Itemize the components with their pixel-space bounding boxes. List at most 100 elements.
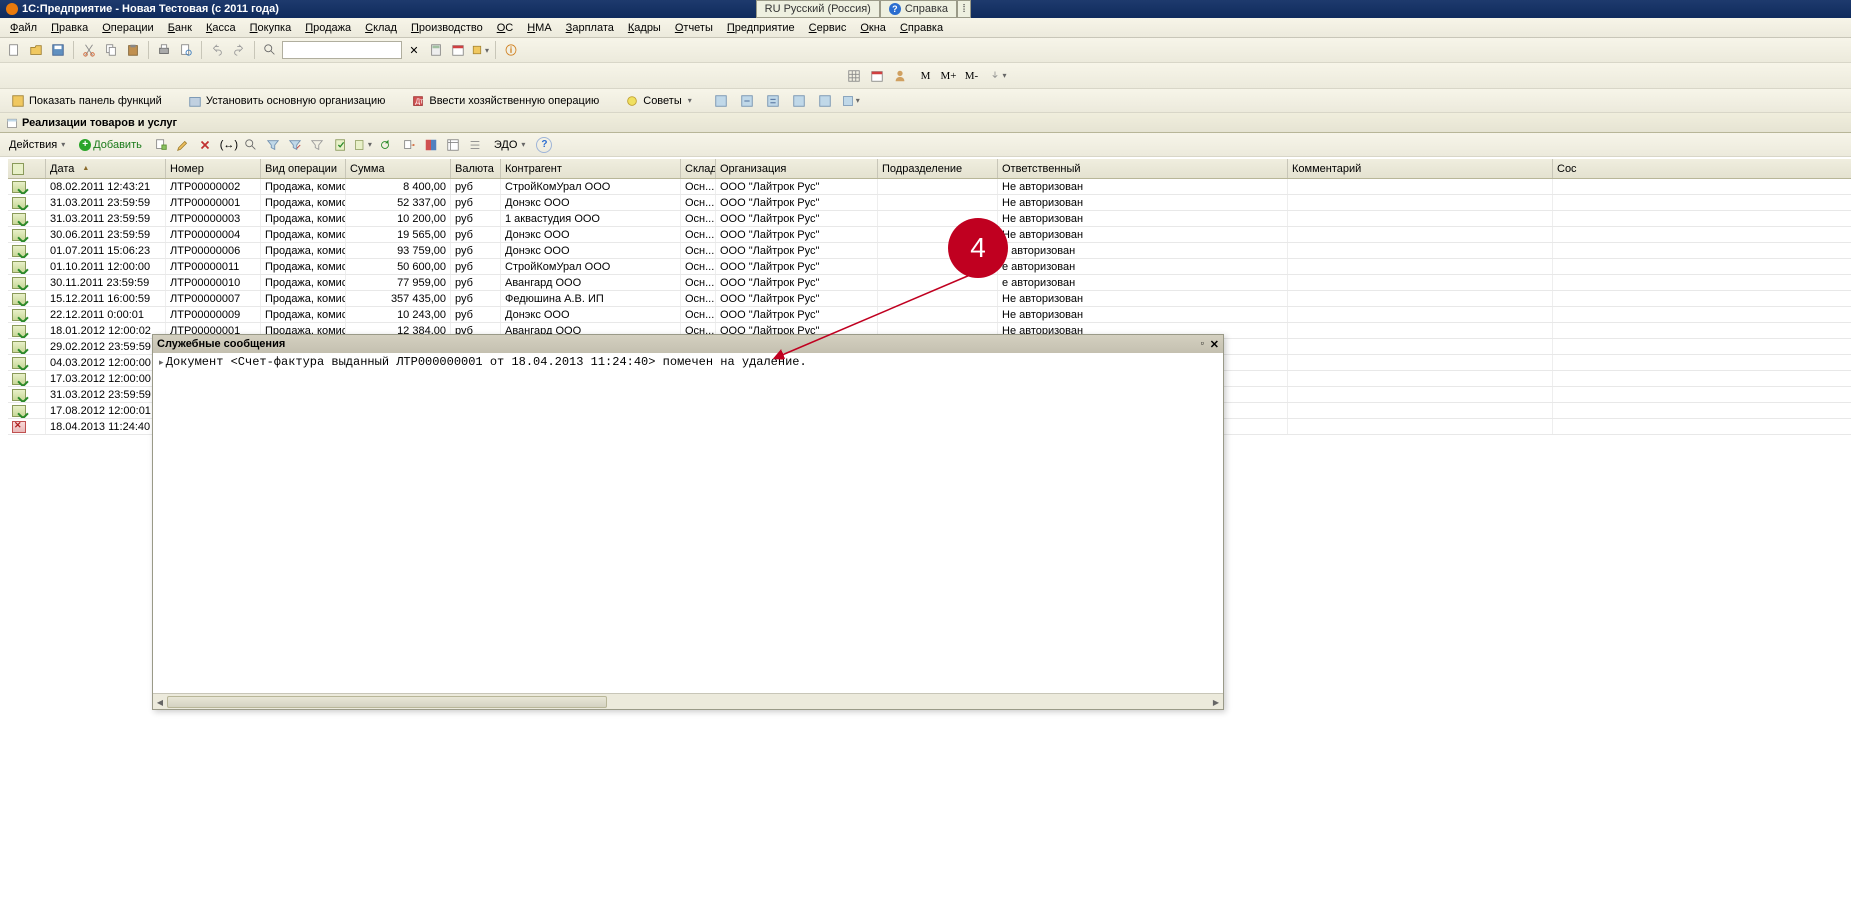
fb-icon6[interactable]	[841, 91, 861, 111]
menu-windows[interactable]: Окна	[854, 20, 892, 36]
menu-bank[interactable]: Банк	[162, 20, 198, 36]
save-icon[interactable]	[48, 40, 68, 60]
table-row[interactable]: 31.03.2011 23:59:59ЛТР00000003Продажа, к…	[8, 211, 1851, 227]
search-icon[interactable]	[260, 40, 280, 60]
m-button[interactable]: M	[916, 66, 936, 86]
col-otv[interactable]: Ответственный	[998, 159, 1288, 178]
user-icon[interactable]	[890, 66, 910, 86]
menu-cash[interactable]: Касса	[200, 20, 242, 36]
redo-icon[interactable]	[229, 40, 249, 60]
undo-icon[interactable]	[207, 40, 227, 60]
col-kontr[interactable]: Контрагент	[501, 159, 681, 178]
filter3-icon[interactable]	[307, 135, 327, 155]
col-sklad[interactable]: Склад	[681, 159, 716, 178]
collapse-tab[interactable]: ⁞	[957, 0, 971, 18]
delete-icon[interactable]	[195, 135, 215, 155]
calc-icon[interactable]	[426, 40, 446, 60]
m-plus-button[interactable]: M+	[939, 66, 959, 86]
col-sost[interactable]: Сос	[1553, 159, 1851, 178]
menu-help[interactable]: Справка	[894, 20, 949, 36]
menu-hr[interactable]: Кадры	[622, 20, 667, 36]
grid-icon[interactable]	[844, 66, 864, 86]
paste-icon[interactable]	[123, 40, 143, 60]
menu-warehouse[interactable]: Склад	[359, 20, 403, 36]
col-op[interactable]: Вид операции	[261, 159, 346, 178]
menu-service[interactable]: Сервис	[803, 20, 853, 36]
actions-button[interactable]: Действия	[4, 136, 70, 154]
refresh-icon[interactable]	[375, 135, 395, 155]
add-op-button[interactable]: ДтВвести хозяйственную операцию	[404, 91, 606, 111]
menu-nma[interactable]: НМА	[521, 20, 557, 36]
menu-sale[interactable]: Продажа	[299, 20, 357, 36]
post-icon[interactable]	[331, 135, 351, 155]
cut-icon[interactable]	[79, 40, 99, 60]
col-org[interactable]: Организация	[716, 159, 878, 178]
cell-sost	[1553, 179, 1851, 194]
add-button[interactable]: +Добавить	[74, 136, 147, 154]
copyrow-icon[interactable]	[151, 135, 171, 155]
fb-icon4[interactable]	[789, 91, 809, 111]
table-row[interactable]: 31.03.2011 23:59:59ЛТР00000001Продажа, к…	[8, 195, 1851, 211]
new-icon[interactable]	[4, 40, 24, 60]
col-number[interactable]: Номер	[166, 159, 261, 178]
dkt-icon[interactable]	[421, 135, 441, 155]
tool-dd-icon[interactable]	[470, 40, 490, 60]
list-icon[interactable]	[465, 135, 485, 155]
search-clear-icon[interactable]: ✕	[404, 40, 424, 60]
table-row[interactable]: 08.02.2011 12:43:21ЛТР00000002Продажа, к…	[8, 179, 1851, 195]
show-panel-button[interactable]: Показать панель функций	[4, 91, 169, 111]
edo-button[interactable]: ЭДО	[489, 136, 531, 154]
col-date[interactable]: Дата	[46, 159, 166, 178]
copy-icon[interactable]	[101, 40, 121, 60]
menu-os[interactable]: ОС	[491, 20, 520, 36]
menu-production[interactable]: Производство	[405, 20, 489, 36]
tips-button[interactable]: Советы	[618, 91, 699, 111]
col-kom[interactable]: Комментарий	[1288, 159, 1553, 178]
col-sum[interactable]: Сумма	[346, 159, 451, 178]
table-row[interactable]: 01.07.2011 15:06:23ЛТР00000006Продажа, к…	[8, 243, 1851, 259]
open-icon[interactable]	[26, 40, 46, 60]
info-icon[interactable]: ⓘ	[501, 40, 521, 60]
messages-scrollbar[interactable]: ◀ ▶	[153, 693, 1223, 709]
help-button-icon[interactable]: ?	[534, 135, 554, 155]
preview-icon[interactable]	[176, 40, 196, 60]
menu-enterprise[interactable]: Предприятие	[721, 20, 801, 36]
scroll-left-icon[interactable]: ◀	[153, 694, 167, 710]
calendar-icon[interactable]	[448, 40, 468, 60]
filter1-icon[interactable]	[263, 135, 283, 155]
cell-kontr: Донэкс ООО	[501, 307, 681, 322]
lang-tab[interactable]: RU Русский (Россия)	[756, 0, 880, 18]
edit-icon[interactable]	[173, 135, 193, 155]
scroll-right-icon[interactable]: ▶	[1209, 694, 1223, 710]
struct-icon[interactable]	[443, 135, 463, 155]
col-podr[interactable]: Подразделение	[878, 159, 998, 178]
filter2-icon[interactable]	[285, 135, 305, 155]
fb-icon2[interactable]	[737, 91, 757, 111]
menu-file[interactable]: Файл	[4, 20, 43, 36]
print-icon[interactable]	[154, 40, 174, 60]
post-dd-icon[interactable]	[353, 135, 373, 155]
tool2-dd-icon[interactable]	[988, 66, 1008, 86]
move-icon[interactable]	[399, 135, 419, 155]
table-row[interactable]: 30.06.2011 23:59:59ЛТР00000004Продажа, к…	[8, 227, 1851, 243]
set-org-button[interactable]: Установить основную организацию	[181, 91, 393, 111]
m-minus-button[interactable]: M-	[962, 66, 982, 86]
fb-icon5[interactable]	[815, 91, 835, 111]
fb-icon1[interactable]	[711, 91, 731, 111]
menu-edit[interactable]: Правка	[45, 20, 94, 36]
col-icon[interactable]	[8, 159, 46, 178]
menu-operations[interactable]: Операции	[96, 20, 159, 36]
help-tab[interactable]: ?Справка	[880, 0, 957, 18]
fb-icon3[interactable]	[763, 91, 783, 111]
messages-close-icon[interactable]: ✕	[1210, 338, 1219, 351]
cal2-icon[interactable]	[867, 66, 887, 86]
find-icon[interactable]	[241, 135, 261, 155]
col-cur[interactable]: Валюта	[451, 159, 501, 178]
search-input[interactable]	[282, 41, 402, 59]
messages-min-icon[interactable]: ▫	[1201, 338, 1204, 351]
menu-salary[interactable]: Зарплата	[560, 20, 620, 36]
interval-icon[interactable]: (↔)	[219, 135, 239, 155]
menu-purchase[interactable]: Покупка	[244, 20, 298, 36]
menu-reports[interactable]: Отчеты	[669, 20, 719, 36]
scroll-thumb[interactable]	[167, 696, 607, 708]
